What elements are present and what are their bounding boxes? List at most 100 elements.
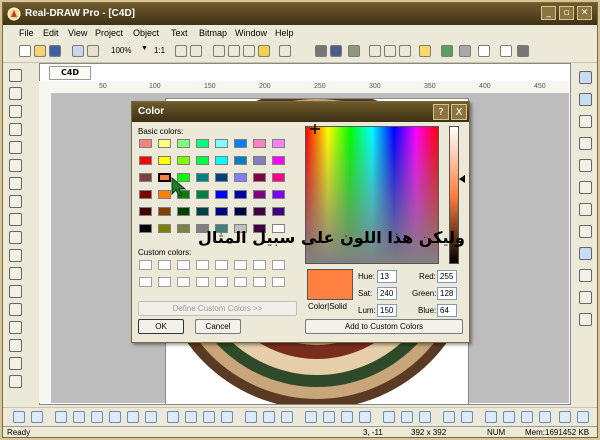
custom-color-swatch[interactable] [177, 277, 190, 287]
basic-color-swatch[interactable] [139, 207, 152, 216]
custom-color-swatch[interactable] [234, 277, 247, 287]
basic-color-swatch[interactable] [272, 190, 285, 199]
basic-color-swatch[interactable] [177, 207, 190, 216]
custom-color-swatch[interactable] [196, 260, 209, 270]
custom-color-swatch[interactable] [139, 277, 152, 287]
basic-color-swatch[interactable] [253, 173, 266, 182]
clone-icon[interactable] [579, 291, 592, 304]
copy-icon[interactable] [72, 45, 84, 57]
document-tab[interactable]: C4D [49, 66, 91, 80]
menu-text[interactable]: Text [171, 28, 188, 38]
basic-color-swatch[interactable] [196, 156, 209, 165]
fit-page-icon[interactable] [500, 45, 512, 57]
add-to-custom-colors-button[interactable]: Add to Custom Colors [305, 319, 463, 334]
distribute-v-icon[interactable] [185, 411, 197, 423]
hide-icon[interactable] [579, 225, 592, 238]
rotate-left-icon[interactable] [443, 411, 455, 423]
ok-button[interactable]: OK [138, 319, 184, 334]
basic-color-swatch[interactable] [272, 139, 285, 148]
restore-icon[interactable]: ▫ [559, 6, 574, 20]
layers-icon[interactable] [579, 71, 592, 84]
distribute-h-icon[interactable] [167, 411, 179, 423]
align-top-icon[interactable] [109, 411, 121, 423]
stack-icon[interactable] [579, 269, 592, 282]
crop-tool-icon[interactable] [9, 375, 22, 388]
forward-icon[interactable] [341, 411, 353, 423]
break-apart-icon[interactable] [485, 411, 497, 423]
combine-shapes-icon[interactable] [503, 411, 515, 423]
arrange-icon[interactable] [579, 115, 592, 128]
basic-color-swatch[interactable] [253, 207, 266, 216]
trim-icon[interactable] [577, 411, 589, 423]
cancel-button[interactable]: Cancel [195, 319, 241, 334]
ellipse-tool-icon[interactable] [9, 213, 22, 226]
basic-color-swatch[interactable] [196, 173, 209, 182]
custom-color-swatch[interactable] [196, 277, 209, 287]
minimize-icon[interactable]: _ [541, 6, 556, 20]
save-icon[interactable] [49, 45, 61, 57]
rotate-right-icon[interactable] [461, 411, 473, 423]
same-width-icon[interactable] [245, 411, 257, 423]
rectangle-tool-icon[interactable] [9, 195, 22, 208]
center-page-icon[interactable] [383, 411, 395, 423]
basic-color-swatch[interactable] [158, 139, 171, 148]
menu-view[interactable]: View [68, 28, 87, 38]
distribute-icon[interactable] [579, 159, 592, 172]
shape-tool-icon[interactable] [9, 303, 22, 316]
brush-tool-icon[interactable] [9, 177, 22, 190]
brush-icon[interactable] [348, 45, 360, 57]
grid-icon[interactable] [459, 45, 471, 57]
group-icon[interactable] [213, 45, 225, 57]
gradient-icon[interactable] [9, 357, 22, 370]
custom-color-swatch[interactable] [158, 260, 171, 270]
align-icon[interactable] [279, 45, 291, 57]
basic-color-swatch[interactable] [234, 190, 247, 199]
basic-color-swatch[interactable] [196, 139, 209, 148]
basic-color-swatch[interactable] [215, 207, 228, 216]
style-icon[interactable] [579, 247, 592, 260]
star-tool-icon[interactable] [9, 249, 22, 262]
spiral-tool-icon[interactable] [9, 285, 22, 298]
menu-object[interactable]: Object [133, 28, 159, 38]
gear-icon[interactable] [258, 45, 270, 57]
custom-color-swatch[interactable] [272, 277, 285, 287]
eyedropper-icon[interactable] [315, 45, 327, 57]
basic-color-swatch[interactable] [272, 156, 285, 165]
basic-color-swatch[interactable] [139, 224, 152, 233]
basic-color-swatch[interactable] [215, 190, 228, 199]
image-icon[interactable] [419, 45, 431, 57]
basic-color-swatch[interactable] [158, 156, 171, 165]
basic-color-swatch[interactable] [196, 190, 209, 199]
basic-color-swatch[interactable] [158, 224, 171, 233]
hue-field[interactable]: 13 [377, 270, 397, 283]
close-icon[interactable]: X [451, 104, 467, 120]
crop-icon[interactable] [369, 45, 381, 57]
help-icon[interactable]: ? [433, 104, 449, 120]
exclude-icon[interactable] [539, 411, 551, 423]
basic-color-swatch[interactable] [215, 173, 228, 182]
arrow-left-icon[interactable] [13, 411, 25, 423]
to-back-icon[interactable] [323, 411, 335, 423]
pointer-icon[interactable] [9, 69, 22, 82]
space-v-icon[interactable] [221, 411, 233, 423]
text-tool-icon[interactable] [9, 141, 22, 154]
select-icon[interactable] [478, 45, 490, 57]
custom-color-swatch[interactable] [253, 260, 266, 270]
close-window-icon[interactable]: ✕ [577, 6, 592, 20]
polygon-tool-icon[interactable] [9, 231, 22, 244]
intersect-icon[interactable] [521, 411, 533, 423]
menu-bitmap[interactable]: Bitmap [199, 28, 227, 38]
zoom-tool-icon[interactable] [9, 123, 22, 136]
align-bottom-icon[interactable] [145, 411, 157, 423]
flip-h-icon[interactable] [401, 411, 413, 423]
backward-icon[interactable] [359, 411, 371, 423]
custom-color-swatch[interactable] [177, 260, 190, 270]
basic-color-swatch[interactable] [139, 156, 152, 165]
flip-v-icon[interactable] [419, 411, 431, 423]
space-h-icon[interactable] [203, 411, 215, 423]
to-front-icon[interactable] [305, 411, 317, 423]
resize-icon[interactable] [384, 45, 396, 57]
print-icon[interactable] [517, 45, 529, 57]
menu-help[interactable]: Help [275, 28, 294, 38]
basic-color-swatch[interactable] [177, 224, 190, 233]
